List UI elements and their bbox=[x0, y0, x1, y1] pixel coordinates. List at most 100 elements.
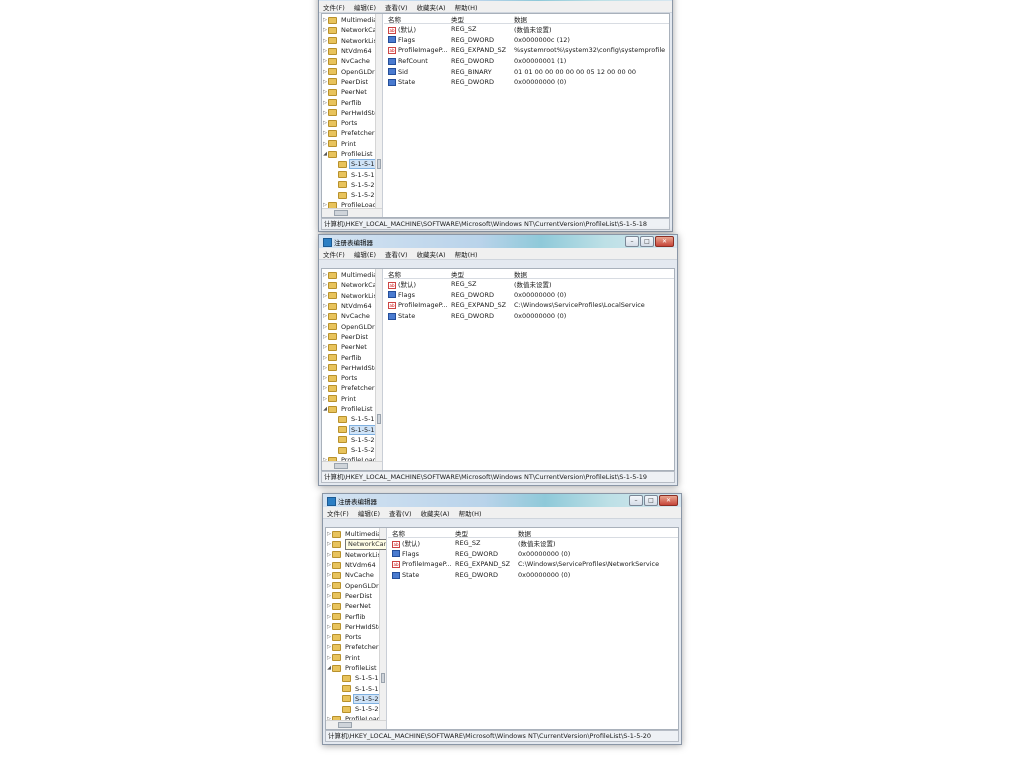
tree-item[interactable]: ▷ Perflib bbox=[322, 352, 382, 362]
tree-item[interactable]: ▷OpenGLDrivers bbox=[322, 66, 382, 76]
close-button[interactable]: ✕ bbox=[659, 495, 678, 506]
value-row[interactable]: State REG_DWORD 0x00000000 (0) bbox=[384, 311, 674, 322]
tree-item[interactable]: ▷PerHwIdStorage bbox=[322, 363, 382, 373]
scrollbar-thumb[interactable] bbox=[338, 722, 352, 728]
menu-item[interactable]: 文件(F) bbox=[327, 508, 349, 518]
tree-item[interactable]: S-1-5-19 bbox=[322, 169, 382, 179]
tree-item[interactable]: ▷PerHwIdStorage bbox=[322, 108, 382, 118]
tree-item[interactable]: S-1-5-21 bbox=[322, 445, 382, 455]
tree-item[interactable]: ▷ Perflib bbox=[322, 97, 382, 107]
value-row[interactable]: Sid REG_BINARY 01 01 00 00 00 00 00 05 12 … bbox=[384, 66, 669, 77]
menu-item[interactable]: 编辑(E) bbox=[354, 249, 376, 259]
tree-vertical-scrollbar[interactable] bbox=[375, 269, 382, 461]
tree-item[interactable]: ▷ PeerDist bbox=[326, 591, 386, 601]
value-row[interactable]: ab (默认) REG_SZ (数值未设置) bbox=[388, 538, 678, 549]
tree-item[interactable]: S-1-5-20 bbox=[322, 180, 382, 190]
column-header-type[interactable]: 类型 bbox=[455, 528, 518, 538]
column-header-data[interactable]: 数据 bbox=[518, 528, 681, 538]
tree-item[interactable]: ▷ PeerDist bbox=[322, 77, 382, 87]
column-header-type[interactable]: 类型 bbox=[451, 269, 514, 279]
tree-item[interactable]: ▷OpenGLDrivers bbox=[322, 321, 382, 331]
column-header-name[interactable]: 名称 bbox=[384, 14, 451, 24]
tree-item[interactable]: ▷ Perflib bbox=[326, 611, 386, 621]
tree-item[interactable]: S-1-5-18 bbox=[322, 159, 382, 170]
scrollbar-thumb[interactable] bbox=[334, 210, 348, 216]
maximize-button[interactable]: □ bbox=[644, 495, 658, 506]
tree-item[interactable]: ▷ NtVdm64 bbox=[322, 46, 382, 56]
value-row[interactable]: ab ProfileImageP... REG_EXPAND_SZ C:\Window… bbox=[384, 300, 674, 311]
tree-item[interactable]: ▷ Prefetcher bbox=[322, 128, 382, 138]
tree-item[interactable]: ▷ Prefetcher bbox=[322, 383, 382, 393]
column-header-type[interactable]: 类型 bbox=[451, 14, 514, 24]
tree-item[interactable]: ▷ NetworkList bbox=[326, 550, 386, 560]
tree-item[interactable]: S-1-5-20 bbox=[326, 693, 386, 704]
tree-item[interactable]: ▷ Ports bbox=[322, 373, 382, 383]
menu-item[interactable]: 收藏夹(A) bbox=[417, 249, 446, 259]
tree-item[interactable]: ▷ Print bbox=[322, 394, 382, 404]
minimize-button[interactable]: – bbox=[629, 495, 643, 506]
tree-item[interactable]: ▷ Print bbox=[326, 653, 386, 663]
tree-item[interactable]: ▷ PeerDist bbox=[322, 332, 382, 342]
tree-item[interactable]: ◢ ProfileList bbox=[326, 663, 386, 673]
tree-item[interactable]: ▷ PeerNet bbox=[322, 87, 382, 97]
tree-item[interactable]: S-1-5-18 bbox=[322, 414, 382, 424]
column-header-data[interactable]: 数据 bbox=[514, 14, 672, 24]
tree-item[interactable]: ▷ Multimedia bbox=[322, 15, 382, 25]
menu-item[interactable]: 编辑(E) bbox=[358, 508, 380, 518]
tree-item[interactable]: ▷NetworkCards bbox=[322, 25, 382, 35]
menu-item[interactable]: 编辑(E) bbox=[354, 2, 376, 12]
minimize-button[interactable]: – bbox=[625, 236, 639, 247]
close-button[interactable]: ✕ bbox=[655, 236, 674, 247]
tree-item[interactable]: ▷ PeerNet bbox=[326, 601, 386, 611]
menu-item[interactable]: 查看(V) bbox=[385, 2, 408, 12]
value-row[interactable]: ab ProfileImageP... REG_EXPAND_SZ %systemro… bbox=[384, 45, 669, 56]
scrollbar-thumb[interactable] bbox=[381, 673, 385, 683]
value-row[interactable]: RefCount REG_DWORD 0x00000001 (1) bbox=[384, 56, 669, 67]
tree-item[interactable]: ▷ Multimedia bbox=[326, 529, 386, 539]
column-header-name[interactable]: 名称 bbox=[388, 528, 455, 538]
tree-horizontal-scrollbar[interactable] bbox=[322, 208, 382, 217]
tree-item[interactable]: ◢ ProfileList bbox=[322, 404, 382, 414]
tree-item[interactable]: ▷ Ports bbox=[326, 632, 386, 642]
value-row[interactable]: ab (默认) REG_SZ (数值未设置) bbox=[384, 279, 674, 290]
column-header-data[interactable]: 数据 bbox=[514, 269, 677, 279]
tree-item[interactable]: ◢ ProfileList bbox=[322, 149, 382, 159]
tree-item[interactable]: ▷ Ports bbox=[322, 118, 382, 128]
title-bar[interactable] bbox=[319, 0, 672, 1]
value-row[interactable]: Flags REG_DWORD 0x0000000c (12) bbox=[384, 35, 669, 46]
tree-vertical-scrollbar[interactable] bbox=[375, 14, 382, 208]
title-bar[interactable]: 注册表编辑器 – □ ✕ bbox=[319, 235, 677, 248]
tree-item[interactable]: ▷OpenGLDrivers bbox=[326, 580, 386, 590]
menu-item[interactable]: 帮助(H) bbox=[455, 2, 478, 12]
tree-item[interactable]: ▷ NtVdm64 bbox=[326, 560, 386, 570]
value-row[interactable]: Flags REG_DWORD 0x00000000 (0) bbox=[384, 290, 674, 301]
tree-item[interactable]: ▷ Multimedia bbox=[322, 270, 382, 280]
maximize-button[interactable]: □ bbox=[640, 236, 654, 247]
menu-item[interactable]: 收藏夹(A) bbox=[421, 508, 450, 518]
tree-vertical-scrollbar[interactable] bbox=[379, 528, 386, 720]
tree-item[interactable]: S-1-5-19 bbox=[326, 683, 386, 693]
scrollbar-thumb[interactable] bbox=[334, 463, 348, 469]
value-row[interactable]: State REG_DWORD 0x00000000 (0) bbox=[388, 570, 678, 581]
value-row[interactable]: State REG_DWORD 0x00000000 (0) bbox=[384, 77, 669, 88]
tree-item[interactable]: ▷ NtVdm64 bbox=[322, 301, 382, 311]
menu-item[interactable]: 文件(F) bbox=[323, 2, 345, 12]
tree-item[interactable]: ▷ PeerNet bbox=[322, 342, 382, 352]
value-row[interactable]: ab ProfileImageP... REG_EXPAND_SZ C:\Window… bbox=[388, 559, 678, 570]
menu-item[interactable]: 查看(V) bbox=[385, 249, 408, 259]
tree-horizontal-scrollbar[interactable] bbox=[326, 720, 386, 729]
menu-item[interactable]: 查看(V) bbox=[389, 508, 412, 518]
tree-item[interactable]: S-1-5-21 bbox=[322, 190, 382, 200]
tree-item[interactable]: ▷ NetworkList bbox=[322, 36, 382, 46]
title-bar[interactable]: 注册表编辑器 – □ ✕ bbox=[323, 494, 681, 507]
scrollbar-thumb[interactable] bbox=[377, 414, 381, 424]
menu-item[interactable]: 收藏夹(A) bbox=[417, 2, 446, 12]
tree-item[interactable]: ▷ Print bbox=[322, 139, 382, 149]
menu-item[interactable]: 帮助(H) bbox=[455, 249, 478, 259]
tree-item[interactable]: ▷NetworkCards bbox=[322, 280, 382, 290]
tree-item[interactable]: S-1-5-18 bbox=[326, 673, 386, 683]
scrollbar-thumb[interactable] bbox=[377, 159, 381, 169]
tree-item[interactable]: S-1-5-19 bbox=[322, 424, 382, 435]
tree-horizontal-scrollbar[interactable] bbox=[322, 461, 382, 470]
menu-item[interactable]: 帮助(H) bbox=[459, 508, 482, 518]
